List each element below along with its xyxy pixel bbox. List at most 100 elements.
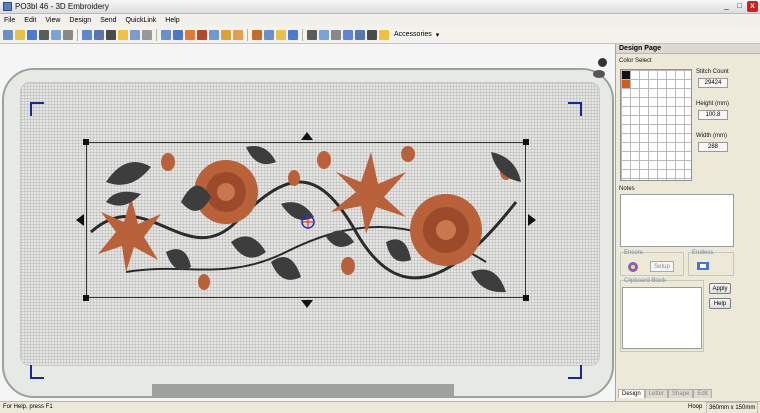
height-label: Height (mm) <box>696 101 730 107</box>
color-swatch[interactable] <box>622 71 630 79</box>
color-icon[interactable] <box>343 29 353 40</box>
endless-hoop-icon[interactable] <box>696 261 710 271</box>
toolbar-separator <box>156 28 157 41</box>
resize-handle[interactable] <box>83 139 89 145</box>
notes-label: Notes <box>619 186 635 192</box>
title-bar: PO3bl 46 - 3D Embroidery _ □ x <box>0 0 760 14</box>
menu-bar: File Edit View Design Send QuickLink Hel… <box>0 14 760 26</box>
hoop-corner-marker <box>568 365 582 379</box>
sort-icon[interactable] <box>288 29 298 40</box>
image-icon[interactable] <box>379 29 389 40</box>
tab-letter[interactable]: Letter <box>644 389 669 398</box>
new-file-icon[interactable] <box>3 29 13 40</box>
hoop-clip-icon <box>593 70 605 78</box>
toolbar-separator <box>302 28 303 41</box>
window-controls: _ □ x <box>721 1 758 12</box>
resize-handle[interactable] <box>523 139 529 145</box>
copy-icon[interactable] <box>118 29 128 40</box>
move-right-arrow-icon[interactable] <box>528 214 536 226</box>
status-help-text: For Help, press F1 <box>3 404 53 410</box>
hoop-attachment-tab <box>152 384 454 398</box>
selection-box[interactable] <box>86 142 526 298</box>
mirror-icon[interactable] <box>264 29 274 40</box>
open-folder-icon[interactable] <box>15 29 25 40</box>
preview-icon[interactable] <box>51 29 61 40</box>
clipboard-block-label: Clipboard Block <box>624 278 667 284</box>
hoop-corner-marker <box>30 365 44 379</box>
stitch-count-value: 29424 <box>698 78 728 88</box>
menu-send[interactable]: Send <box>100 17 116 24</box>
status-hoop-size: 360mm x 150mm <box>706 402 758 413</box>
magic-icon[interactable] <box>367 29 377 40</box>
color-select-label: Color Select <box>619 58 652 64</box>
lasso-icon[interactable] <box>173 29 183 40</box>
wand-icon[interactable] <box>185 29 195 40</box>
notes-field[interactable] <box>620 194 734 247</box>
save-icon[interactable] <box>27 29 37 40</box>
toolbar-separator <box>77 28 78 41</box>
pencil-icon[interactable] <box>209 29 219 40</box>
accessories-dropdown[interactable]: Accessories <box>394 31 432 38</box>
width-value: 288 <box>698 142 728 152</box>
menu-view[interactable]: View <box>45 17 60 24</box>
move-down-arrow-icon[interactable] <box>301 300 313 308</box>
width-label: Width (mm) <box>696 133 727 139</box>
panel-title: Design Page <box>616 44 760 54</box>
grid-icon[interactable] <box>142 29 152 40</box>
redo-icon[interactable] <box>94 29 104 40</box>
resize-handle[interactable] <box>83 295 89 301</box>
undo-icon[interactable] <box>82 29 92 40</box>
endless-label: Endless <box>692 250 714 256</box>
move-up-arrow-icon[interactable] <box>301 132 313 140</box>
panel-tabs: Design Letter Shape Edit <box>618 389 712 398</box>
cut-icon[interactable] <box>106 29 116 40</box>
paste-icon[interactable] <box>130 29 140 40</box>
move-left-arrow-icon[interactable] <box>76 214 84 226</box>
tab-shape[interactable]: Shape <box>668 389 694 398</box>
menu-edit[interactable]: Edit <box>24 17 36 24</box>
hoop-corner-marker <box>30 102 44 116</box>
menu-file[interactable]: File <box>4 17 15 24</box>
status-bar: For Help, press F1 Hoop 360mm x 150mm <box>0 401 760 413</box>
help-button[interactable]: Help <box>709 298 731 309</box>
minimize-button[interactable]: _ <box>721 1 732 12</box>
clipboard-block[interactable] <box>622 287 702 349</box>
design-page-panel: Design Page Color Select Stitch Count 29… <box>615 44 760 401</box>
resize-handle[interactable] <box>523 295 529 301</box>
select-icon[interactable] <box>161 29 171 40</box>
menu-design[interactable]: Design <box>69 17 91 24</box>
encore-label: Encore <box>624 250 644 256</box>
maximize-button[interactable]: □ <box>734 1 745 12</box>
apply-button[interactable]: Apply <box>709 283 731 294</box>
help-icon[interactable] <box>63 29 73 40</box>
palette-icon[interactable] <box>331 29 341 40</box>
menu-help[interactable]: Help <box>165 17 179 24</box>
status-hoop-label: Hoop <box>688 404 703 410</box>
color-swatch-grid[interactable] <box>620 69 692 181</box>
hoop-knob-icon <box>598 58 607 67</box>
fill-icon[interactable] <box>221 29 231 40</box>
stitch-count-label: Stitch Count <box>696 69 729 75</box>
print-icon[interactable] <box>39 29 49 40</box>
stitch-icon[interactable] <box>233 29 243 40</box>
design-canvas[interactable] <box>0 44 615 401</box>
resize-icon[interactable] <box>276 29 286 40</box>
rotate-icon[interactable] <box>252 29 262 40</box>
menu-quicklink[interactable]: QuickLink <box>126 17 157 24</box>
wizard-icon[interactable] <box>355 29 365 40</box>
app-icon <box>3 2 12 11</box>
chevron-down-icon[interactable]: ▾ <box>436 31 440 39</box>
hoop-icon[interactable] <box>319 29 329 40</box>
color-swatch[interactable] <box>622 80 630 88</box>
tab-design[interactable]: Design <box>618 389 645 398</box>
setup-button[interactable]: Setup <box>650 261 674 272</box>
hoop-corner-marker <box>568 102 582 116</box>
close-button[interactable]: x <box>747 1 758 12</box>
window-title: PO3bl 46 - 3D Embroidery <box>15 2 109 11</box>
toolbar-separator <box>247 28 248 41</box>
thread-icon[interactable] <box>307 29 317 40</box>
tab-edit[interactable]: Edit <box>693 389 712 398</box>
zoom-icon[interactable] <box>197 29 207 40</box>
height-value: 100.8 <box>698 110 728 120</box>
encore-flower-icon[interactable] <box>627 261 639 273</box>
